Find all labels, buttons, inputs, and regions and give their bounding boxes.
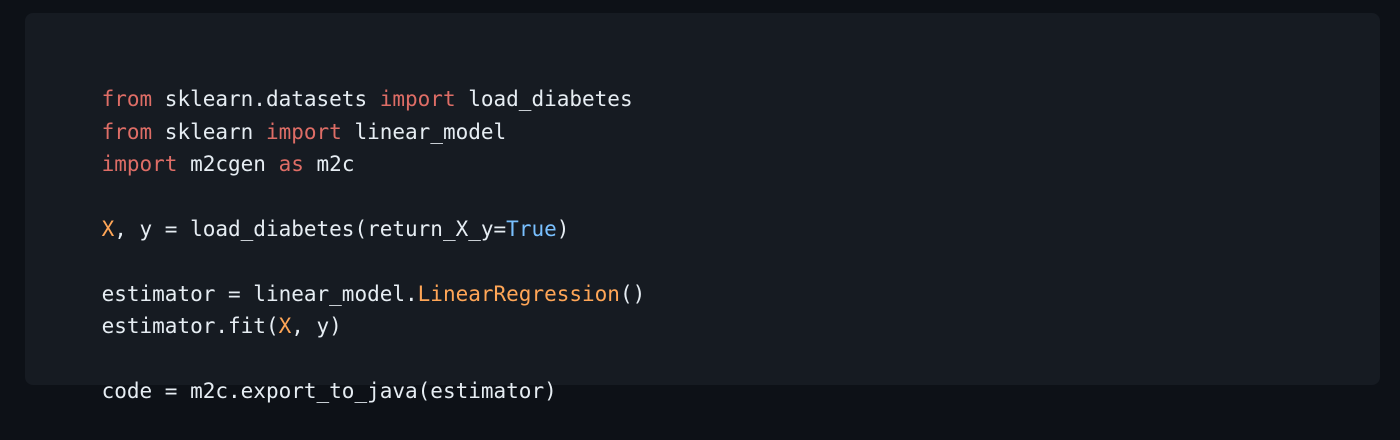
code-text: estimator.fit( — [101, 314, 279, 339]
code-line-10: code = m2c.export_to_java(estimator) — [51, 343, 1380, 403]
keyword-token: from — [101, 119, 153, 144]
code-text: linear_model — [341, 119, 507, 144]
code-text: estimator = linear_model. — [101, 281, 418, 306]
variable-token: X — [101, 216, 115, 241]
code-block: from sklearn.datasets import load_diabet… — [25, 13, 1380, 403]
code-line-5: X, y = load_diabetes(return_X_y=True) — [51, 181, 1380, 241]
variable-token: X — [278, 314, 292, 339]
code-text: , y) — [291, 314, 342, 339]
code-text: () — [619, 281, 646, 306]
keyword-token: import — [101, 152, 178, 177]
keyword-token: as — [278, 152, 304, 177]
code-text: m2cgen — [177, 152, 279, 177]
keyword-token: import — [265, 119, 342, 144]
code-text: ) — [556, 216, 570, 241]
keyword-token: import — [379, 87, 456, 112]
code-text: load_diabetes — [455, 87, 633, 112]
code-text: code = m2c.export_to_java(estimator) — [101, 378, 557, 403]
code-text: sklearn — [152, 119, 266, 144]
code-line-7: estimator = linear_model.LinearRegressio… — [51, 245, 1380, 306]
keyword-token: from — [101, 87, 153, 112]
code-text: m2c — [303, 152, 355, 177]
constant-token: True — [506, 216, 557, 241]
code-text: , y = load_diabetes(return_X_y= — [114, 216, 507, 241]
code-text: sklearn.datasets — [152, 87, 380, 112]
code-line-1: from sklearn.datasets import load_diabet… — [51, 51, 1380, 111]
class-name-token: LinearRegression — [417, 281, 620, 306]
